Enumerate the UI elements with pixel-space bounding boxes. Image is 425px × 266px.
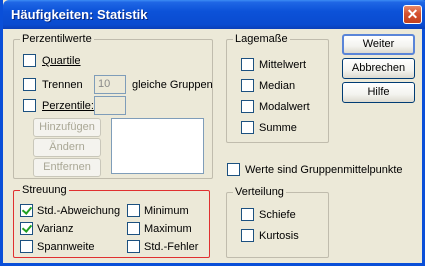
varianz-checkbox[interactable] [20, 222, 33, 235]
quartile-label: Quartile [42, 55, 81, 67]
quartile-checkbox[interactable] [23, 54, 36, 67]
perzentile-listbox[interactable] [111, 118, 204, 174]
kurtosis-checkbox[interactable] [241, 229, 254, 242]
streuung-group: Streuung Std.-Abweichung Varianz Spannwe… [13, 184, 210, 258]
close-icon: ✕ [406, 6, 419, 22]
help-button[interactable]: Hilfe [342, 82, 415, 103]
maximum-label: Maximum [144, 223, 192, 235]
gruppenmittelpunkte-checkbox[interactable] [227, 163, 240, 176]
gleiche-gruppen-label: gleiche Gruppen [132, 79, 213, 91]
window-title: Häufigkeiten: Statistik [11, 7, 148, 22]
change-button[interactable]: Ändern [33, 138, 101, 157]
trennen-label: Trennen [42, 79, 83, 91]
schiefe-checkbox[interactable] [241, 208, 254, 221]
summe-checkbox[interactable] [241, 121, 254, 134]
perzentile-checkbox[interactable] [23, 99, 36, 112]
verteilung-group: Verteilung Schiefe Kurtosis [226, 186, 329, 258]
perzentile-label: Perzentile: [42, 100, 94, 112]
trennen-checkbox[interactable] [23, 78, 36, 91]
perzentile-input[interactable] [94, 96, 126, 115]
perzentilwerte-legend: Perzentilwerte [20, 33, 94, 46]
kurtosis-label: Kurtosis [259, 230, 299, 242]
modalwert-label: Modalwert [259, 101, 310, 113]
std-abweichung-label: Std.-Abweichung [37, 205, 121, 217]
continue-button[interactable]: Weiter [342, 34, 415, 55]
lagemasse-group: Lagemaße Mittelwert Median Modalwert Sum… [226, 33, 329, 143]
minimum-checkbox[interactable] [127, 204, 140, 217]
schiefe-label: Schiefe [259, 209, 296, 221]
perzentilwerte-group: Perzentilwerte Quartile Trennen 10 gleic… [13, 33, 213, 179]
gruppenmittelpunkte-label: Werte sind Gruppenmittelpunkte [245, 164, 403, 176]
std-fehler-checkbox[interactable] [127, 240, 140, 253]
maximum-checkbox[interactable] [127, 222, 140, 235]
spannweite-checkbox[interactable] [20, 240, 33, 253]
mittelwert-checkbox[interactable] [241, 58, 254, 71]
trennen-groups-input[interactable]: 10 [94, 75, 126, 94]
modalwert-checkbox[interactable] [241, 100, 254, 113]
lagemasse-legend: Lagemaße [233, 33, 290, 46]
dialog-window: Häufigkeiten: Statistik ✕ Perzentilwerte… [0, 0, 425, 266]
median-label: Median [259, 80, 296, 92]
title-bar[interactable]: Häufigkeiten: Statistik ✕ [3, 0, 425, 29]
streuung-legend: Streuung [20, 184, 69, 197]
std-abweichung-checkbox[interactable] [20, 204, 33, 217]
minimum-label: Minimum [144, 205, 189, 217]
close-button[interactable]: ✕ [403, 5, 422, 24]
median-checkbox[interactable] [241, 79, 254, 92]
varianz-label: Varianz [37, 223, 74, 235]
remove-button[interactable]: Entfernen [33, 158, 101, 177]
summe-label: Summe [259, 122, 297, 134]
cancel-button[interactable]: Abbrechen [342, 58, 415, 79]
mittelwert-label: Mittelwert [259, 59, 307, 71]
verteilung-legend: Verteilung [233, 186, 286, 199]
spannweite-label: Spannweite [37, 241, 95, 253]
add-button[interactable]: Hinzufügen [33, 118, 101, 137]
std-fehler-label: Std.-Fehler [144, 241, 199, 253]
